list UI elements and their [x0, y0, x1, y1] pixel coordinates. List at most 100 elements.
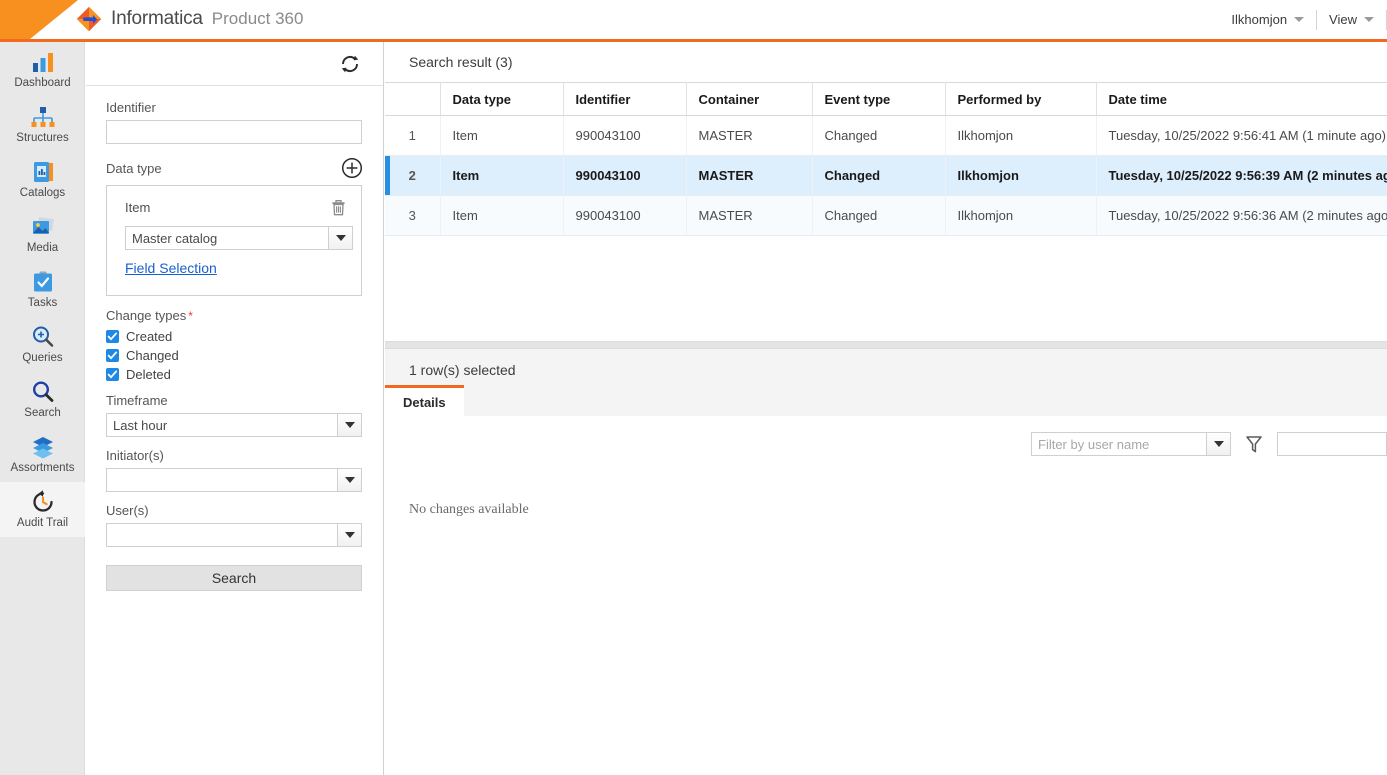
initiators-select-value	[106, 468, 337, 492]
sidebar-item-catalogs[interactable]: Catalogs	[0, 152, 85, 207]
search-filter-panel: Identifier Data type Item Master catalog…	[86, 42, 384, 775]
structures-icon	[31, 107, 54, 128]
sidebar-item-queries[interactable]: Queries	[0, 317, 85, 372]
sidebar-label: Search	[24, 407, 61, 420]
cell-date-time: Tuesday, 10/25/2022 9:56:41 AM (1 minute…	[1096, 115, 1387, 156]
column-header-event-type[interactable]: Event type	[812, 82, 946, 116]
view-menu[interactable]: View	[1317, 0, 1386, 39]
plus-circle-icon[interactable]	[341, 157, 363, 179]
users-select[interactable]	[106, 523, 362, 547]
field-selection-link[interactable]: Field Selection	[125, 260, 217, 276]
application-window: Informatica Product 360 Ilkhomjon View D…	[0, 0, 1387, 775]
results-table: Data type Identifier Container Event typ…	[385, 82, 1387, 236]
cell-identifier: 990043100	[563, 195, 687, 236]
catalog-select-arrow[interactable]	[328, 226, 353, 250]
cell-rownum: 3	[385, 195, 441, 236]
sidebar-item-assortments[interactable]: Assortments	[0, 427, 85, 482]
table-row[interactable]: 1 Item 990043100 MASTER Changed Ilkhomjo…	[385, 115, 1387, 156]
audit-trail-icon	[32, 490, 53, 512]
sidebar-item-search[interactable]: Search	[0, 372, 85, 427]
details-header: 1 row(s) selected Details	[385, 349, 1387, 416]
details-panel: 1 row(s) selected Details Filter by user…	[385, 349, 1387, 775]
cell-data-type: Item	[440, 155, 564, 196]
assortments-icon	[32, 437, 53, 459]
sidebar-label: Audit Trail	[16, 517, 69, 530]
top-bar: Informatica Product 360 Ilkhomjon View	[0, 0, 1387, 42]
cell-data-type: Item	[440, 115, 564, 156]
checkbox-changed[interactable]: Changed	[106, 348, 363, 363]
timeframe-select-arrow[interactable]	[337, 413, 362, 437]
timeframe-select[interactable]: Last hour	[106, 413, 362, 437]
chevron-down-icon	[344, 532, 355, 538]
table-row[interactable]: 3 Item 990043100 MASTER Changed Ilkhomjo…	[385, 195, 1387, 236]
data-type-entry-header: Item	[121, 198, 347, 217]
sidebar-item-dashboard[interactable]: Dashboard	[0, 42, 85, 97]
user-name-filter-arrow[interactable]	[1206, 432, 1231, 456]
user-name-filter-select[interactable]: Filter by user name	[1031, 432, 1231, 456]
catalog-select-value: Master catalog	[125, 226, 328, 250]
details-tabstrip: Details	[385, 385, 464, 416]
sidebar-label: Dashboard	[14, 77, 71, 90]
column-header-data-type[interactable]: Data type	[440, 82, 564, 116]
data-type-entry: Item Master catalog Field Selection	[106, 185, 362, 296]
cell-performed-by: Ilkhomjon	[945, 195, 1097, 236]
cell-identifier: 990043100	[563, 155, 687, 196]
trash-icon[interactable]	[330, 198, 347, 217]
users-group: User(s)	[106, 503, 363, 547]
cell-performed-by: Ilkhomjon	[945, 155, 1097, 196]
checkbox-deleted[interactable]: Deleted	[106, 367, 363, 382]
column-header-date-time[interactable]: Date time	[1096, 82, 1387, 116]
top-bar-right: Ilkhomjon View	[1219, 0, 1387, 39]
cell-performed-by: Ilkhomjon	[945, 115, 1097, 156]
chevron-down-icon	[344, 477, 355, 483]
chevron-down-icon	[1294, 17, 1305, 22]
checkbox-checked-icon	[106, 349, 119, 362]
search-button[interactable]: Search	[106, 565, 362, 591]
panel-splitter[interactable]	[385, 341, 1387, 349]
table-row[interactable]: 2 Item 990043100 MASTER Changed Ilkhomjo…	[385, 155, 1387, 196]
media-icon	[32, 217, 54, 235]
catalog-select[interactable]: Master catalog	[125, 226, 353, 250]
change-types-label: Change types	[106, 308, 187, 323]
users-select-value	[106, 523, 337, 547]
sidebar-item-audit-trail[interactable]: Audit Trail	[0, 482, 85, 537]
column-header-container[interactable]: Container	[686, 82, 813, 116]
cell-container: MASTER	[686, 195, 813, 236]
user-menu[interactable]: Ilkhomjon	[1219, 0, 1316, 39]
sidebar-navigation: Dashboard Structures Catalogs Media Task…	[0, 42, 85, 775]
chevron-down-icon	[335, 235, 346, 241]
column-header-rownum[interactable]	[385, 82, 441, 116]
refresh-icon[interactable]	[339, 53, 361, 75]
user-name-filter-value: Filter by user name	[1031, 432, 1206, 456]
brand-orange-accent	[0, 0, 78, 39]
search-results-area: Search result (3) Data type Identifier C…	[385, 42, 1387, 341]
funnel-filter-icon[interactable]	[1245, 434, 1263, 454]
sidebar-item-media[interactable]: Media	[0, 207, 85, 262]
chevron-down-icon	[1213, 441, 1224, 447]
change-types-group: Change types * Created Changed Deleted	[106, 308, 363, 382]
cell-event-type: Changed	[812, 115, 946, 156]
cell-data-type: Item	[440, 195, 564, 236]
sidebar-label: Structures	[16, 132, 69, 145]
details-filter-controls: Filter by user name	[1031, 432, 1387, 456]
cell-identifier: 990043100	[563, 115, 687, 156]
view-menu-label: View	[1329, 12, 1357, 27]
sidebar-item-structures[interactable]: Structures	[0, 97, 85, 152]
cell-date-time: Tuesday, 10/25/2022 9:56:39 AM (2 minute…	[1096, 155, 1387, 196]
checkbox-checked-icon	[106, 330, 119, 343]
sidebar-label: Media	[26, 242, 59, 255]
users-select-arrow[interactable]	[337, 523, 362, 547]
tab-details[interactable]: Details	[385, 385, 464, 416]
sidebar-item-tasks[interactable]: Tasks	[0, 262, 85, 317]
tasks-icon	[33, 271, 52, 292]
secondary-filter-input[interactable]	[1277, 432, 1387, 456]
initiators-select[interactable]	[106, 468, 362, 492]
data-type-label: Data type	[106, 160, 162, 176]
column-header-performed-by[interactable]: Performed by	[945, 82, 1097, 116]
initiators-group: Initiator(s)	[106, 448, 363, 492]
column-header-identifier[interactable]: Identifier	[563, 82, 687, 116]
initiators-select-arrow[interactable]	[337, 468, 362, 492]
checkbox-created[interactable]: Created	[106, 329, 363, 344]
chevron-down-icon	[1364, 17, 1374, 22]
identifier-input[interactable]	[106, 120, 362, 144]
